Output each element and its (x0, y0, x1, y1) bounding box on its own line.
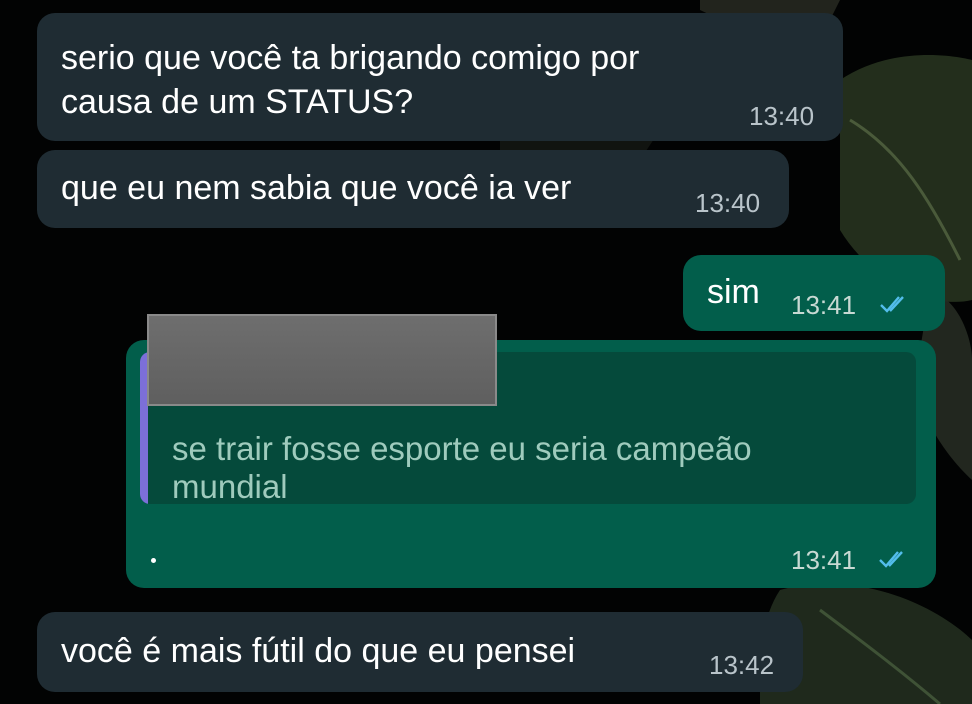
message-dot (151, 558, 156, 563)
message-timestamp: 13:41 (791, 545, 857, 575)
message-text: sim (707, 273, 760, 311)
incoming-message-2[interactable]: que eu nem sabia que você ia ver 13:40 (37, 150, 789, 228)
message-text-line-1: serio que você ta brigando comigo por (61, 39, 640, 77)
outgoing-message-1[interactable]: sim 13:41 (683, 255, 945, 331)
message-timestamp: 13:40 (695, 188, 761, 218)
double-check-icon (879, 551, 903, 568)
message-timestamp: 13:42 (709, 650, 775, 680)
quoted-text-line-1: se trair fosse esporte eu seria campeão (172, 430, 752, 467)
incoming-message-3[interactable]: você é mais fútil do que eu pensei 13:42 (37, 612, 803, 692)
message-timestamp: 13:40 (749, 101, 815, 131)
quoted-text-line-2: mundial (172, 468, 288, 504)
message-timestamp: 13:41 (791, 290, 857, 320)
message-text: você é mais fútil do que eu pensei (61, 632, 576, 670)
redaction-block (147, 314, 497, 406)
message-text-line-2: causa de um STATUS? (61, 83, 414, 121)
incoming-message-1[interactable]: serio que você ta brigando comigo por ca… (37, 13, 843, 141)
double-check-icon (880, 296, 904, 313)
message-text: que eu nem sabia que você ia ver (61, 169, 572, 207)
